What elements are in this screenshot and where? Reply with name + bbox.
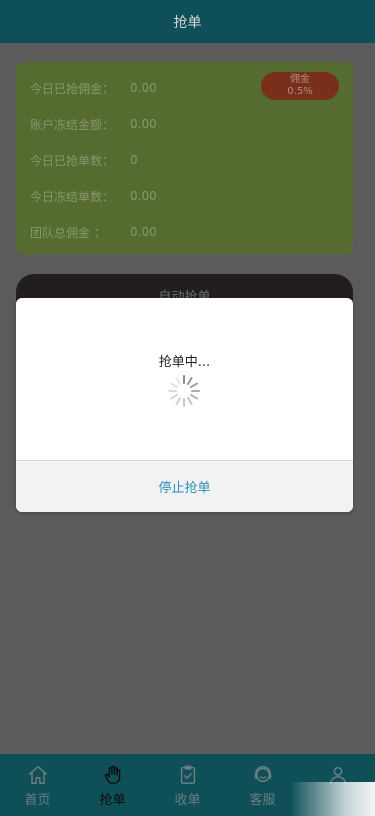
customer-service-icon [254, 766, 271, 783]
tab-customer-service[interactable]: 客服 [225, 754, 300, 816]
stat-value: 0.00 [130, 225, 157, 239]
stat-row-today-orders: 今日已抢单数： 0 [30, 150, 250, 170]
page-title: 抢单 [173, 14, 202, 31]
bottom-tab-bar: 首页 抢单 收单 客服 [0, 754, 375, 816]
grabbing-dialog: 抢单中... 停止抢单 [16, 298, 353, 512]
dialog-message: 抢单中... [158, 355, 211, 370]
stat-label: 今日已抢单数： [30, 153, 115, 168]
tab-grab[interactable]: 抢单 [75, 754, 150, 816]
tab-label: 收单 [174, 793, 201, 808]
stat-row-frozen-amount: 账户冻结金额： 0.00 [30, 114, 250, 134]
stat-value: 0.00 [130, 189, 157, 203]
badge-label: 佣金 [290, 74, 310, 85]
stat-value: 0.00 [130, 81, 157, 95]
stat-label: 今日已抢佣金： [30, 81, 115, 96]
stat-row-team-commission: 团队总佣金 ： 0.00 [30, 222, 250, 242]
loading-spinner-icon [168, 375, 200, 407]
tab-label: 客服 [249, 793, 276, 808]
user-icon [329, 766, 346, 784]
stat-value: 0.00 [130, 117, 157, 131]
stat-row-today-commission: 今日已抢佣金： 0.00 [30, 78, 250, 98]
top-bar: 抢单 [0, 0, 375, 43]
home-icon [28, 766, 47, 784]
tab-receive[interactable]: 收单 [150, 754, 225, 816]
stop-grabbing-button[interactable]: 停止抢单 [16, 460, 353, 512]
stat-row-today-frozen-orders: 今日冻结单数： 0.00 [30, 186, 250, 206]
tab-profile[interactable] [300, 754, 375, 816]
badge-value: 0.5% [287, 86, 313, 97]
page: 抢单 今日已抢佣金： 0.00 账户冻结金额： 0.00 今日已抢单数： 0 今… [0, 0, 375, 816]
tab-label: 首页 [24, 793, 51, 808]
stat-value: 0 [130, 153, 138, 167]
stats-card: 今日已抢佣金： 0.00 账户冻结金额： 0.00 今日已抢单数： 0 今日冻结… [16, 62, 353, 254]
stat-label: 账户冻结金额： [30, 117, 115, 132]
tab-label: 抢单 [99, 793, 126, 808]
stat-label: 今日冻结单数： [30, 189, 115, 204]
clipboard-check-icon [180, 765, 195, 784]
commission-rate-badge: 佣金 0.5% [261, 72, 339, 100]
dialog-body: 抢单中... [16, 298, 353, 460]
stat-label: 团队总佣金 ： [30, 225, 106, 240]
tab-home[interactable]: 首页 [0, 754, 75, 816]
hand-icon [104, 765, 120, 784]
